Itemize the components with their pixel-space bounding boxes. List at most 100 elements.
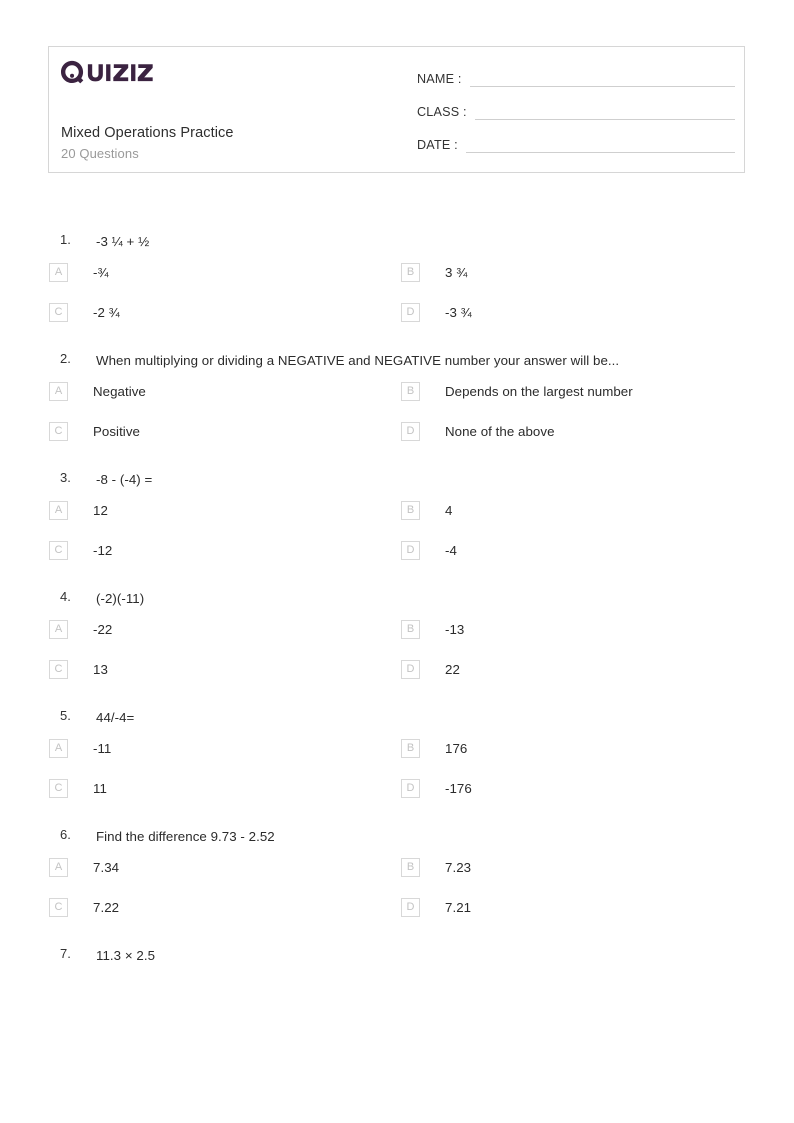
question-header: 7. 11.3 × 2.5 <box>0 946 794 966</box>
date-field-input[interactable] <box>465 137 735 153</box>
option-text: Positive <box>93 424 140 439</box>
name-field-row: NAME : <box>417 71 735 87</box>
question-spacer <box>0 322 794 351</box>
quizizz-logo <box>61 60 153 84</box>
answer-option-b[interactable]: B -13 <box>352 620 704 639</box>
option-text: -¾ <box>93 265 109 280</box>
answer-option-a[interactable]: A -22 <box>0 620 352 639</box>
answer-option-d[interactable]: D -3 ¾ <box>352 303 704 322</box>
option-letter-box: C <box>49 779 68 798</box>
option-text: Negative <box>93 384 146 399</box>
option-letter-box: D <box>401 541 420 560</box>
question-spacer <box>0 679 794 708</box>
question-number: 5. <box>60 708 71 723</box>
answer-option-a[interactable]: A -¾ <box>0 263 352 282</box>
answer-option-a[interactable]: A -11 <box>0 739 352 758</box>
option-text: -22 <box>93 622 113 637</box>
answer-option-a[interactable]: A Negative <box>0 382 352 401</box>
question-text: Find the difference 9.73 - 2.52 <box>96 829 275 844</box>
option-letter-box: A <box>49 382 68 401</box>
answer-option-d[interactable]: D 22 <box>352 660 704 679</box>
option-letter-box: B <box>401 620 420 639</box>
answer-options: A Negative B Depends on the largest number C… <box>0 382 794 441</box>
answer-option-d[interactable]: D -176 <box>352 779 704 798</box>
option-letter-box: A <box>49 858 68 877</box>
question-text: When multiplying or dividing a NEGATIVE … <box>96 353 620 368</box>
option-letter-box: B <box>401 739 420 758</box>
answer-options: A 12 B 4 C -12 D -4 <box>0 501 794 560</box>
question-header: 1. -3 ¼ + ½ <box>0 232 794 252</box>
option-text: 7.21 <box>445 900 472 915</box>
question-header: 3. -8 - (-4) = <box>0 470 794 490</box>
option-letter-box: B <box>401 382 420 401</box>
answer-option-c[interactable]: C -2 ¾ <box>0 303 352 322</box>
option-letter-box: B <box>401 858 420 877</box>
answer-options: A 7.34 B 7.23 C 7.22 D 7.21 <box>0 858 794 917</box>
option-letter-box: C <box>49 303 68 322</box>
class-field-row: CLASS : <box>417 104 735 120</box>
answer-option-b[interactable]: B 3 ¾ <box>352 263 704 282</box>
question-text: (-2)(-11) <box>96 591 145 606</box>
option-letter-box: D <box>401 303 420 322</box>
answer-option-c[interactable]: C 13 <box>0 660 352 679</box>
question-header: 2. When multiplying or dividing a NEGATIV… <box>0 351 794 371</box>
answer-option-d[interactable]: D None of the above <box>352 422 704 441</box>
class-field-label: CLASS : <box>417 105 467 119</box>
question-spacer <box>0 560 794 589</box>
option-letter-box: D <box>401 660 420 679</box>
answer-option-c[interactable]: C 11 <box>0 779 352 798</box>
answer-option-c[interactable]: C Positive <box>0 422 352 441</box>
option-letter-box: D <box>401 422 420 441</box>
answer-option-b[interactable]: B4 <box>352 501 704 520</box>
question-spacer <box>0 441 794 470</box>
answer-option-d[interactable]: D -4 <box>352 541 704 560</box>
question-spacer <box>0 798 794 827</box>
option-letter-box: C <box>49 898 68 917</box>
option-text: 4 <box>445 503 453 518</box>
question-header: 4. (-2)(-11) <box>0 589 794 609</box>
option-text: -2 ¾ <box>93 305 120 320</box>
name-field-input[interactable] <box>469 71 735 87</box>
question-number: 6. <box>60 827 71 842</box>
option-letter-box: C <box>49 541 68 560</box>
answer-options: A -¾ B 3 ¾ C -2 ¾ D -3 ¾ <box>0 263 794 322</box>
class-field-input[interactable] <box>474 104 735 120</box>
answer-option-b[interactable]: B Depends on the largest number <box>352 382 704 401</box>
question-block: 4. (-2)(-11) A -22 B -13 C 13 D 22 <box>0 589 794 679</box>
option-text: 176 <box>445 741 468 756</box>
answer-option-a[interactable]: A 12 <box>0 501 352 520</box>
question-block: 2. When multiplying or dividing a NEGATIV… <box>0 351 794 441</box>
option-text: -12 <box>93 543 113 558</box>
question-text: 11.3 × 2.5 <box>96 948 156 963</box>
option-text: 7.22 <box>93 900 120 915</box>
question-header: 6. Find the difference 9.73 - 2.52 <box>0 827 794 847</box>
option-letter-box: D <box>401 779 420 798</box>
question-text: 44/-4= <box>96 710 135 725</box>
name-field-label: NAME : <box>417 72 462 86</box>
option-text: None of the above <box>445 424 555 439</box>
question-count-label: 20 Questions <box>61 146 139 161</box>
option-letter-box: D <box>401 898 420 917</box>
answer-option-d[interactable]: D 7.21 <box>352 898 704 917</box>
question-header: 5. 44/-4= <box>0 708 794 728</box>
answer-option-b[interactable]: B 7.23 <box>352 858 704 877</box>
answer-option-a[interactable]: A 7.34 <box>0 858 352 877</box>
question-number: 3. <box>60 470 71 485</box>
option-letter-box: A <box>49 739 68 758</box>
question-block: 3. -8 - (-4) = A 12 B 4 C -12 D -4 <box>0 470 794 560</box>
option-text: Depends on the largest number <box>445 384 633 399</box>
answer-option-c[interactable]: C -12 <box>0 541 352 560</box>
date-field-label: DATE : <box>417 138 458 152</box>
option-text: -4 <box>445 543 457 558</box>
date-field-row: DATE : <box>417 137 735 153</box>
worksheet-header-card: Mixed Operations Practice 20 Questions N… <box>48 46 745 173</box>
answer-option-b[interactable]: B 176 <box>352 739 704 758</box>
questions-list: 1. -3 ¼ + ½ A -¾ B 3 ¾ C -2 ¾ D -3 ¾ 2. When multip… <box>0 232 794 966</box>
option-text: 7.34 <box>93 860 120 875</box>
option-letter-box: A <box>49 501 68 520</box>
answer-option-c[interactable]: C 7.22 <box>0 898 352 917</box>
page-title: Mixed Operations Practice <box>61 125 234 141</box>
option-letter-box: B <box>401 501 420 520</box>
question-block: 1. -3 ¼ + ½ A -¾ B 3 ¾ C -2 ¾ D -3 ¾ <box>0 232 794 322</box>
question-number: 7. <box>60 946 71 961</box>
